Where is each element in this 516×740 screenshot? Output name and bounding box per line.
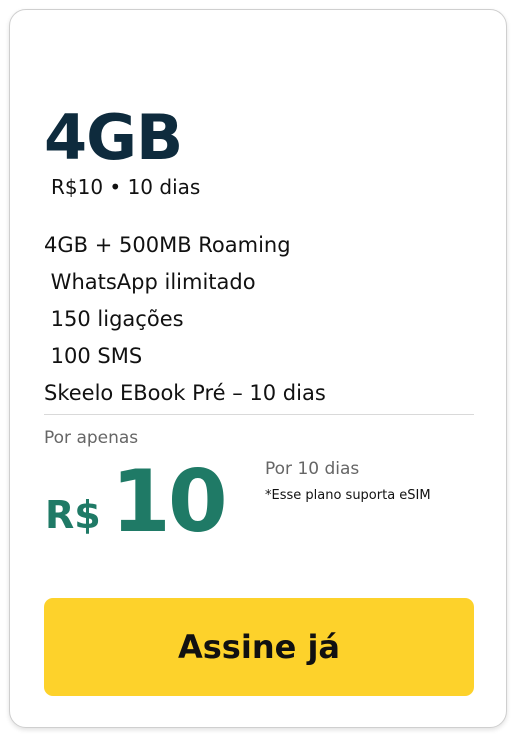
divider <box>44 414 474 415</box>
feature-item-whatsapp: WhatsApp ilimitado <box>44 270 256 294</box>
price-prefix: Por apenas <box>44 428 139 448</box>
feature-list: 4GB + 500MB Roaming WhatsApp ilimitado 1… <box>44 227 326 412</box>
feature-item-sms: 100 SMS <box>44 344 143 368</box>
price-currency: R$ <box>45 493 101 537</box>
price-amount: 10 <box>111 452 228 552</box>
feature-item-data: 4GB + 500MB Roaming <box>44 233 291 257</box>
plan-price-duration: R$10 • 10 dias <box>51 175 201 199</box>
esim-note: *Esse plano suporta eSIM <box>265 488 431 503</box>
feature-item-calls: 150 ligações <box>44 307 184 331</box>
price-period: Por 10 dias <box>265 459 360 479</box>
feature-item-ebook: Skeelo EBook Pré – 10 dias <box>44 381 326 405</box>
plan-title: 4GB <box>44 101 183 174</box>
subscribe-button[interactable]: Assine já <box>44 598 474 696</box>
plan-card: 4GB R$10 • 10 dias 4GB + 500MB Roaming W… <box>9 9 507 728</box>
